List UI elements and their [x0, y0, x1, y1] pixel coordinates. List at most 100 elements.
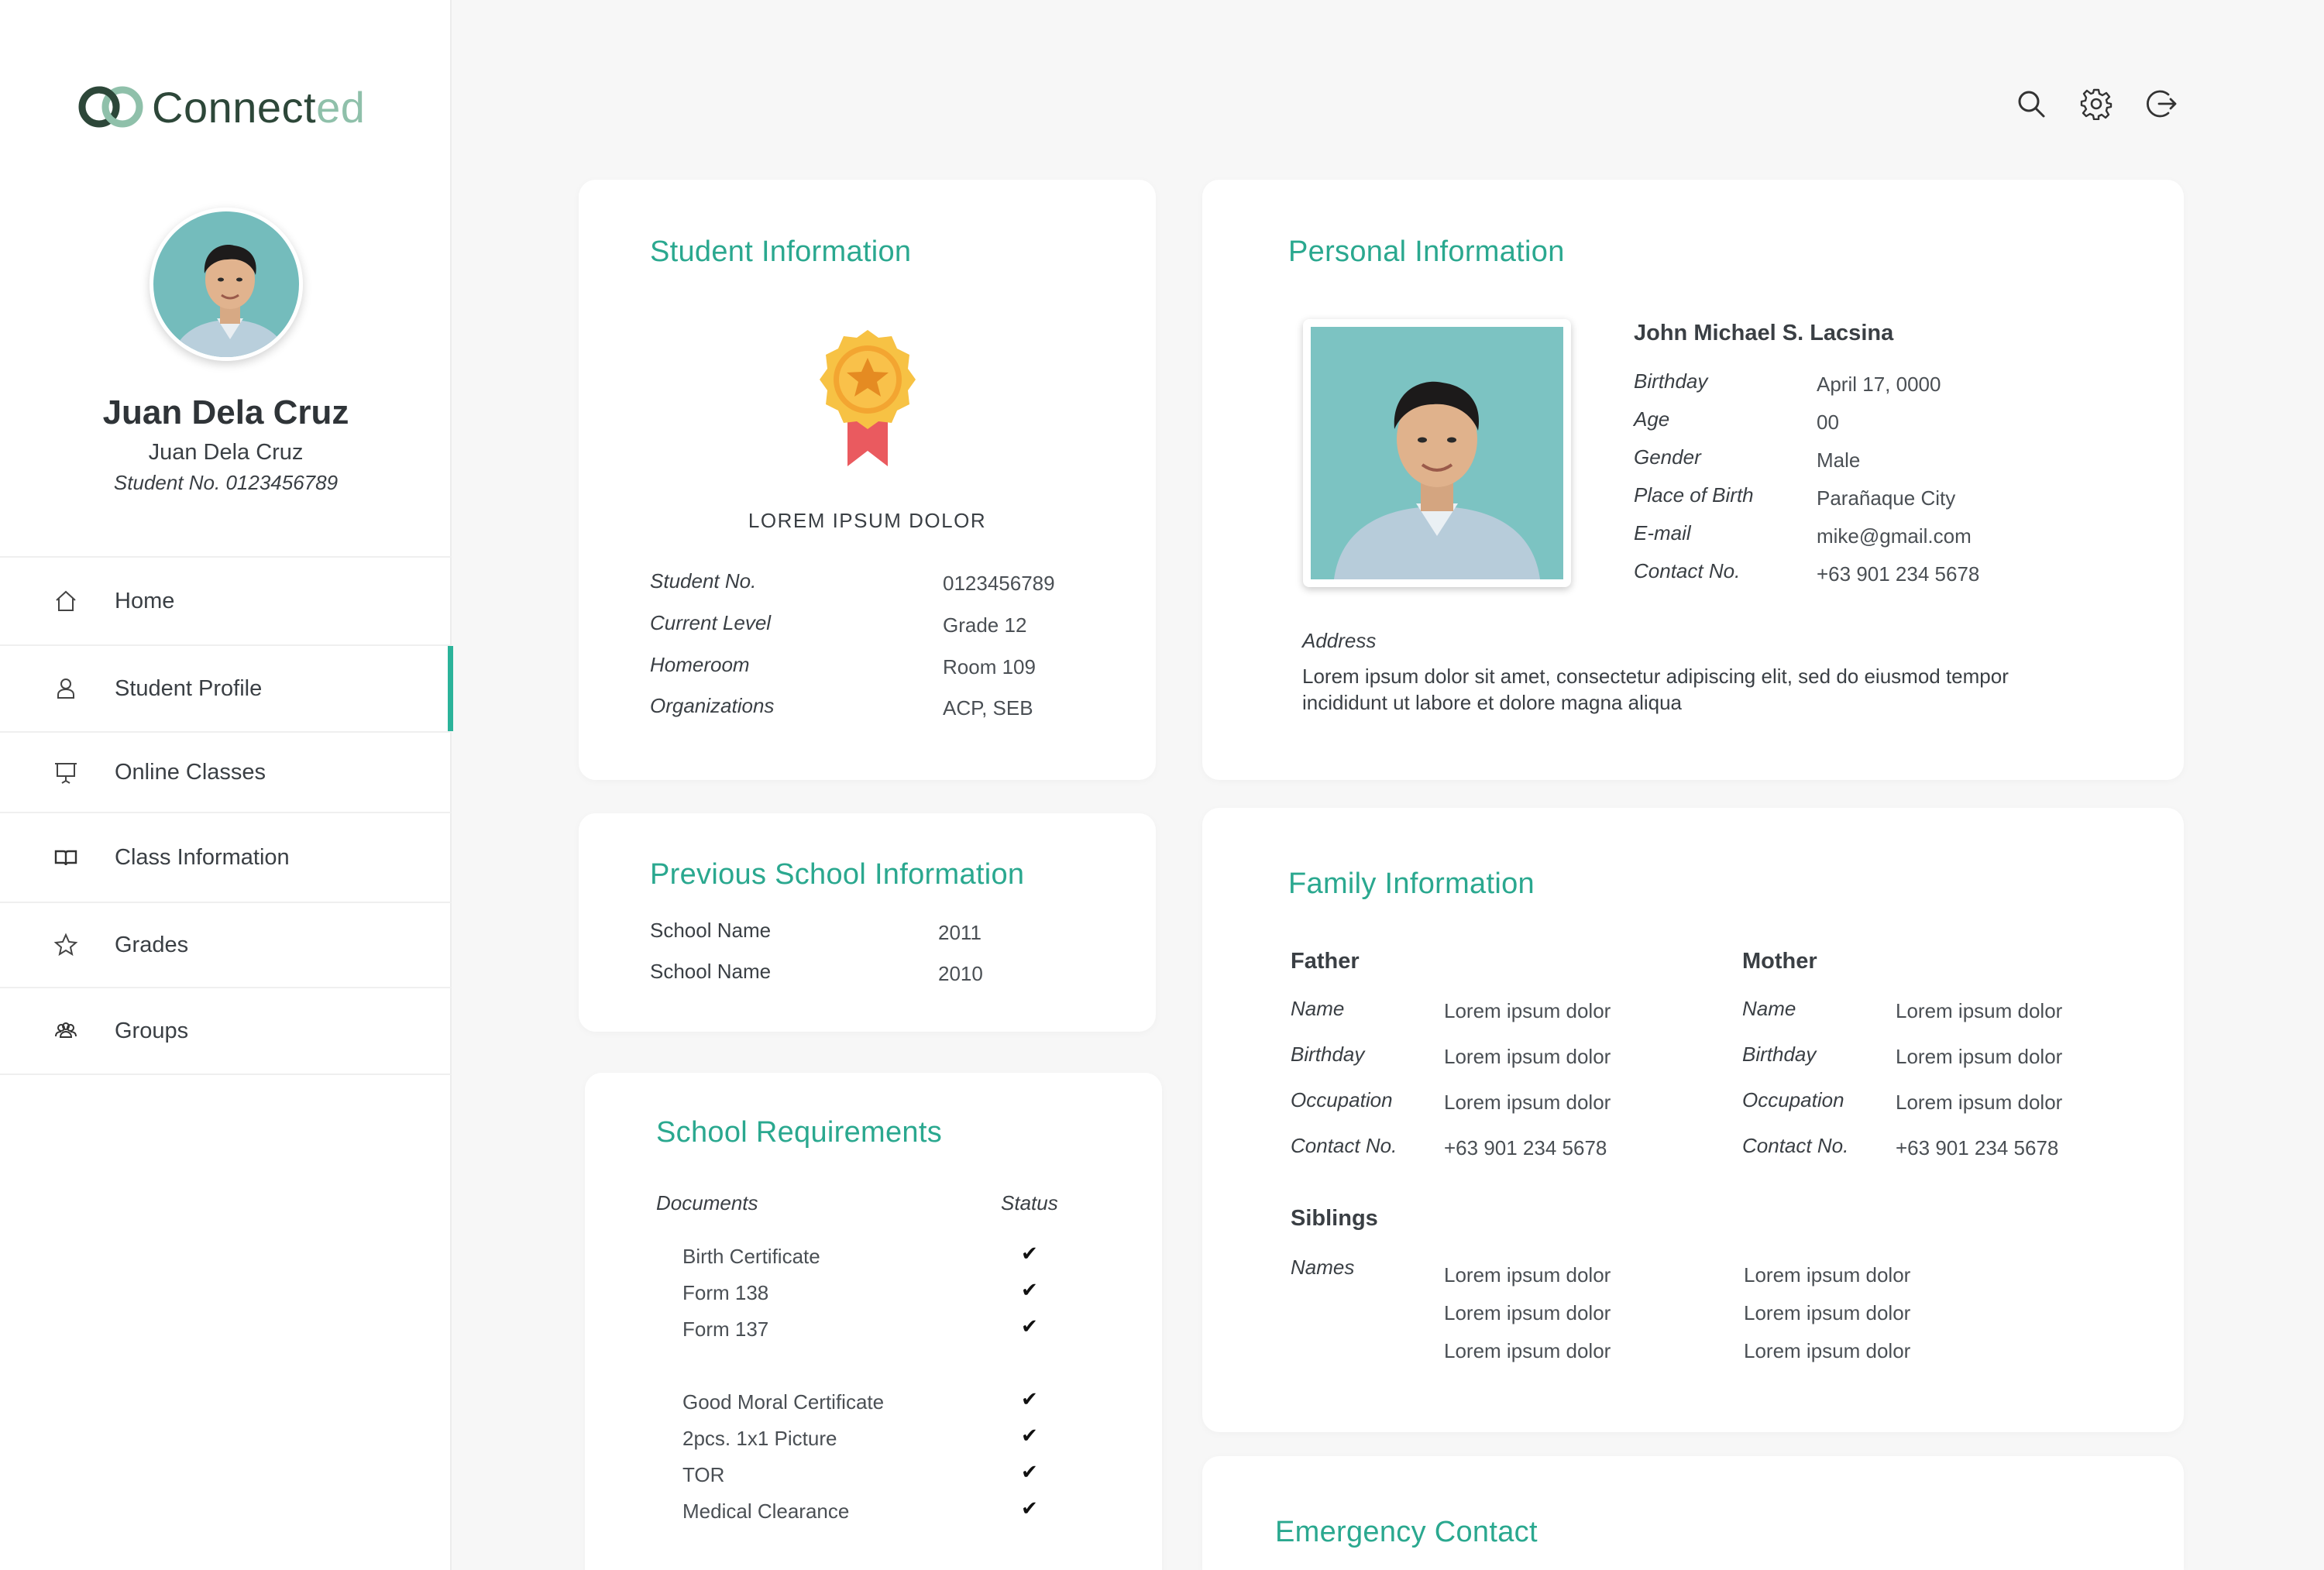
mother-contact-label: Contact No.	[1742, 1134, 1849, 1157]
sidebar-item-label: Home	[115, 588, 175, 613]
family-information-card: Family Information Father Name Lorem ips…	[1202, 808, 2184, 1432]
organizations-value: ACP, SEB	[943, 696, 1033, 720]
profile-name: Juan Dela Cruz	[102, 393, 349, 431]
award-badge-icon	[813, 327, 922, 474]
document-item: Form 137	[682, 1317, 769, 1341]
student-information-card: Student Information LOREM IPSUM DOLOR St…	[579, 180, 1156, 780]
check-icon: ✔	[1021, 1278, 1038, 1301]
age-value: 00	[1817, 411, 1839, 434]
homeroom-value: Room 109	[943, 655, 1036, 679]
sidebar-item-label: Grades	[115, 932, 189, 957]
mother-name-value: Lorem ipsum dolor	[1896, 999, 2063, 1022]
sibling-name: Lorem ipsum dolor	[1744, 1301, 1911, 1324]
card-title: School Requirements	[656, 1116, 943, 1149]
gender-value: Male	[1817, 448, 1861, 472]
documents-column-header: Documents	[656, 1191, 758, 1214]
mother-birthday-value: Lorem ipsum dolor	[1896, 1045, 2063, 1068]
badge-caption: LOREM IPSUM DOLOR	[748, 509, 987, 532]
school-year-value: 2011	[938, 921, 982, 944]
sidebar-item-home[interactable]: Home	[0, 556, 452, 644]
search-icon[interactable]	[2013, 85, 2050, 122]
check-icon: ✔	[1021, 1424, 1038, 1447]
check-icon: ✔	[1021, 1460, 1038, 1483]
sidebar-item-grades[interactable]: Grades	[0, 902, 452, 987]
mother-heading: Mother	[1742, 949, 1817, 974]
siblings-names-label: Names	[1291, 1256, 1355, 1279]
sidebar-item-groups[interactable]: Groups	[0, 987, 452, 1074]
father-name-label: Name	[1291, 997, 1345, 1020]
sidebar-item-label: Student Profile	[115, 675, 263, 701]
sibling-name: Lorem ipsum dolor	[1744, 1263, 1911, 1287]
father-contact-label: Contact No.	[1291, 1134, 1397, 1157]
sibling-name: Lorem ipsum dolor	[1444, 1339, 1611, 1362]
birthday-value: April 17, 0000	[1817, 373, 1941, 396]
card-title: Personal Information	[1288, 235, 1565, 268]
sibling-name: Lorem ipsum dolor	[1444, 1301, 1611, 1324]
star-icon	[50, 929, 82, 961]
mother-name-label: Name	[1742, 997, 1796, 1020]
document-item: Form 138	[682, 1281, 769, 1304]
app-logo[interactable]: Connected	[77, 82, 366, 132]
logout-icon[interactable]	[2143, 85, 2180, 122]
emergency-contact-card: Emergency Contact	[1202, 1456, 2184, 1570]
group-icon	[50, 1015, 82, 1047]
home-icon	[50, 585, 82, 617]
father-heading: Father	[1291, 949, 1360, 974]
check-icon: ✔	[1021, 1387, 1038, 1410]
email-value[interactable]: mike@gmail.com	[1817, 524, 1972, 548]
sidebar-item-label: Class Information	[115, 844, 290, 870]
sidebar-nav: Home Student Profile Online Classes Clas…	[0, 556, 453, 1075]
school-name-label: School Name	[650, 919, 772, 942]
card-title: Emergency Contact	[1275, 1516, 1538, 1548]
document-item: Medical Clearance	[682, 1500, 850, 1523]
address-line-2: incididunt ut labore et dolore magna ali…	[1302, 691, 1683, 714]
avatar[interactable]	[150, 208, 303, 361]
sibling-name: Lorem ipsum dolor	[1444, 1263, 1611, 1287]
contact-no-value: +63 901 234 5678	[1817, 562, 1980, 586]
check-icon: ✔	[1021, 1314, 1038, 1338]
siblings-heading: Siblings	[1291, 1206, 1378, 1231]
sidebar-item-student-profile[interactable]: Student Profile	[0, 644, 453, 731]
profile-subname: Juan Dela Cruz	[148, 440, 304, 465]
card-title: Previous School Information	[650, 858, 1025, 891]
nav-divider	[0, 1074, 452, 1075]
mother-birthday-label: Birthday	[1742, 1043, 1817, 1066]
sidebar-item-online-classes[interactable]: Online Classes	[0, 731, 452, 812]
father-birthday-label: Birthday	[1291, 1043, 1365, 1066]
profile-photo[interactable]	[1303, 319, 1571, 587]
address-line-1: Lorem ipsum dolor sit amet, consectetur …	[1302, 665, 2009, 688]
contact-no-label: Contact No.	[1634, 559, 1741, 582]
mother-occupation-label: Occupation	[1742, 1088, 1844, 1111]
sidebar-item-class-information[interactable]: Class Information	[0, 812, 452, 902]
father-contact-value: +63 901 234 5678	[1444, 1136, 1607, 1159]
document-item: Birth Certificate	[682, 1245, 820, 1268]
card-title: Student Information	[650, 235, 912, 268]
father-occupation-label: Occupation	[1291, 1088, 1393, 1111]
sidebar: Connected Juan Dela Cruz Juan Dela Cruz …	[0, 0, 453, 1570]
birthday-label: Birthday	[1634, 369, 1708, 393]
personal-full-name: John Michael S. Lacsina	[1634, 321, 1894, 345]
school-requirements-card: School Requirements Documents Status Bir…	[585, 1073, 1162, 1570]
personal-information-card: Personal Information John Michael S. Lac…	[1202, 180, 2184, 780]
current-level-label: Current Level	[650, 611, 772, 634]
logo-text: Connected	[152, 82, 366, 132]
logo-rings-icon	[78, 86, 143, 128]
settings-gear-icon[interactable]	[2078, 85, 2115, 122]
document-item: 2pcs. 1x1 Picture	[682, 1427, 837, 1450]
homeroom-label: Homeroom	[650, 653, 750, 676]
mother-occupation-value: Lorem ipsum dolor	[1896, 1091, 2063, 1114]
school-year-value: 2010	[938, 962, 983, 985]
gender-label: Gender	[1634, 445, 1701, 469]
previous-school-card: Previous School Information School Name …	[579, 813, 1156, 1032]
presentation-board-icon	[50, 756, 82, 788]
sidebar-item-label: Groups	[115, 1018, 189, 1043]
address-label: Address	[1302, 629, 1377, 652]
age-label: Age	[1634, 407, 1670, 431]
check-icon: ✔	[1021, 1496, 1038, 1520]
father-name-value: Lorem ipsum dolor	[1444, 999, 1611, 1022]
book-icon	[50, 841, 82, 874]
mother-contact-value: +63 901 234 5678	[1896, 1136, 2059, 1159]
document-item: TOR	[682, 1463, 725, 1486]
sidebar-item-label: Online Classes	[115, 759, 266, 785]
student-no-label: Student No.	[650, 569, 757, 593]
